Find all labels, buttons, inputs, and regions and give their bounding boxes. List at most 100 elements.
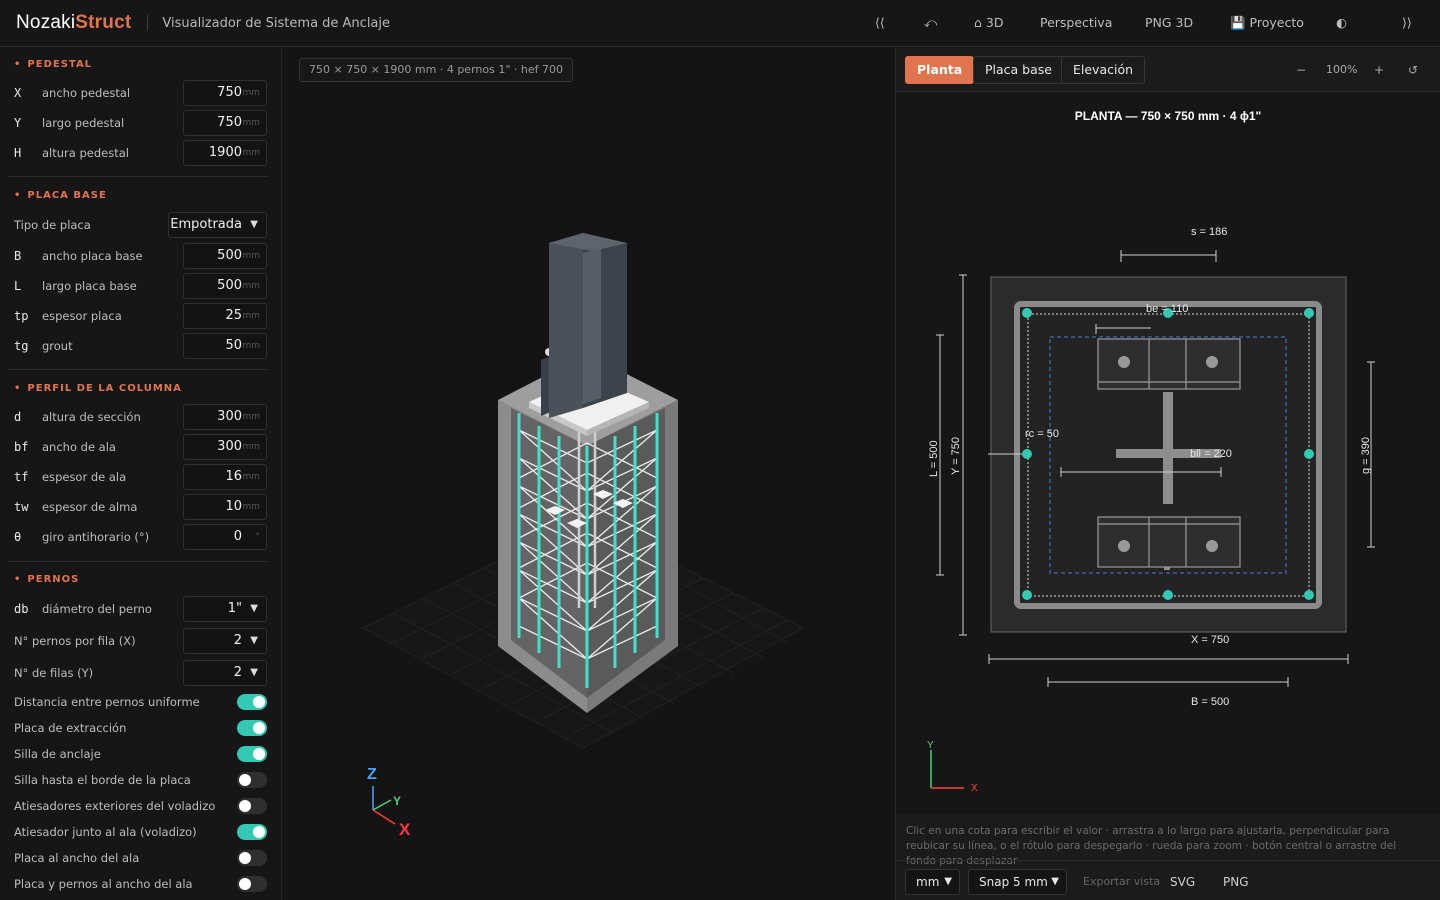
toggle-knob: [253, 722, 265, 734]
input-largo-placa[interactable]: 500 mm: [183, 273, 267, 299]
tab-planta[interactable]: Planta: [905, 56, 975, 84]
param-row-tg: tg grout 50 mm: [0, 331, 281, 361]
undo-icon[interactable]: ⤺: [924, 15, 937, 31]
param-label: N° de filas (Y): [14, 666, 94, 680]
param-label: espesor de alma: [42, 500, 138, 514]
drawing-title: PLANTA — 750 × 750 mm · 4 ϕ1": [1075, 109, 1261, 123]
toggle-switch[interactable]: [237, 876, 267, 892]
plan-axis: Y X: [927, 740, 978, 794]
perspective-button[interactable]: Perspectiva: [1040, 15, 1112, 30]
select-pernos-fila[interactable]: 2 ▼: [183, 628, 267, 654]
toggle-label: Atiesador junto al ala (voladizo): [14, 825, 197, 839]
axis-z-label: Z: [367, 766, 377, 783]
select-diametro-perno[interactable]: 1" ▼: [183, 596, 267, 622]
toggle-knob: [239, 774, 251, 786]
dim-g[interactable]: g = 390: [1360, 437, 1372, 474]
param-symbol: tp: [14, 309, 29, 323]
dim-y[interactable]: Y = 750: [950, 437, 962, 475]
param-label: giro antihorario (°): [42, 530, 150, 544]
toggle-label: Placa y pernos al ancho del ala: [14, 877, 193, 891]
steel-column: [541, 233, 627, 418]
dim-bll[interactable]: bll = 220: [1190, 448, 1232, 460]
param-label: ancho de ala: [42, 440, 116, 454]
input-espesor-placa[interactable]: 25 mm: [183, 303, 267, 329]
input-ancho-placa[interactable]: 500 mm: [183, 243, 267, 269]
select-filas[interactable]: 2 ▼: [183, 660, 267, 686]
zoom-out-button[interactable]: −: [1296, 63, 1306, 77]
zoom-in-button[interactable]: +: [1374, 63, 1384, 77]
toggle-switch[interactable]: [237, 694, 267, 710]
toggle-knob: [253, 696, 265, 708]
toggle-switch[interactable]: [237, 772, 267, 788]
param-symbol: db: [14, 602, 29, 616]
toggle-label: Silla de anclaje: [14, 747, 101, 761]
toggle-knob: [239, 878, 251, 890]
export-svg-button[interactable]: SVG: [1170, 875, 1195, 889]
chevron-down-icon: ▼: [250, 603, 258, 614]
input-giro[interactable]: 0 °: [183, 524, 267, 550]
param-label: ancho pedestal: [42, 86, 131, 100]
input-espesor-ala[interactable]: 16 mm: [183, 464, 267, 490]
select-tipo-placa[interactable]: Empotrada ▼: [168, 212, 267, 238]
toggle-switch[interactable]: [237, 824, 267, 840]
3d-viewport[interactable]: 750 × 750 × 1900 mm · 4 pernos 1" · hef …: [283, 48, 894, 900]
plan-axis-x-label: X: [971, 783, 978, 794]
toggle-label: Atiesadores exteriores del voladizo: [14, 799, 216, 813]
collapse-right-button[interactable]: ⟩⟩: [1402, 15, 1412, 30]
toggle-switch[interactable]: [237, 720, 267, 736]
input-ancho-pedestal[interactable]: 750 mm: [183, 80, 267, 106]
png-3d-button[interactable]: PNG 3D: [1145, 15, 1193, 30]
chevron-down-icon: ▼: [944, 876, 952, 887]
axis-gizmo: Z Y X: [367, 766, 411, 839]
chevron-down-icon: ▼: [250, 635, 258, 646]
dim-s[interactable]: s = 186: [1191, 226, 1227, 238]
view-3d-button[interactable]: ⌂ 3D: [974, 15, 1004, 30]
toggle-row: Placa y pernos al ancho del ala: [0, 869, 281, 899]
chevron-down-icon: ▼: [250, 667, 258, 678]
param-row-x: X ancho pedestal 750 mm: [0, 78, 281, 108]
3d-model-render[interactable]: Z Y X: [283, 48, 894, 900]
dim-x[interactable]: X = 750: [1191, 634, 1229, 646]
toggle-switch[interactable]: [237, 798, 267, 814]
reset-view-icon[interactable]: ↺: [1408, 63, 1418, 77]
toggle-knob: [239, 800, 251, 812]
dim-be[interactable]: be = 110: [1146, 303, 1188, 315]
select-units[interactable]: mm ▼: [905, 869, 960, 895]
plan-footer: mm ▼ Snap 5 mm ▼ Exportar vista SVG PNG: [896, 860, 1440, 900]
plan-drawing-area[interactable]: PLANTA — 750 × 750 mm · 4 ϕ1" s = 186 be…: [896, 92, 1440, 814]
app-subtitle: Visualizador de Sistema de Anclaje: [162, 15, 391, 31]
tab-placa-base[interactable]: Placa base: [973, 56, 1064, 84]
toggle-label: Placa de extracción: [14, 721, 127, 735]
input-ancho-ala[interactable]: 300 mm: [183, 434, 267, 460]
dim-b[interactable]: B = 500: [1191, 696, 1229, 708]
theme-toggle-icon[interactable]: ◐: [1336, 15, 1347, 30]
dim-l[interactable]: L = 500: [928, 440, 940, 477]
toggle-label: Placa al ancho del ala: [14, 851, 140, 865]
collapse-left-button[interactable]: ⟨⟨: [875, 15, 885, 30]
chevron-down-icon: ▼: [1051, 876, 1059, 887]
param-row-bf: bf ancho de ala 300 mm: [0, 432, 281, 462]
input-largo-pedestal[interactable]: 750 mm: [183, 110, 267, 136]
input-altura-pedestal[interactable]: 1900 mm: [183, 140, 267, 166]
toggle-switch[interactable]: [237, 850, 267, 866]
param-row-nx: N° pernos por fila (X) 2 ▼: [0, 626, 281, 656]
toggle-switch[interactable]: [237, 746, 267, 762]
param-label: grout: [42, 339, 73, 353]
axis-x-label: X: [399, 820, 411, 839]
project-button[interactable]: 💾 Proyecto: [1230, 15, 1304, 31]
input-altura-seccion[interactable]: 300 mm: [183, 404, 267, 430]
param-symbol: d: [14, 410, 22, 424]
toggle-knob: [253, 826, 265, 838]
tab-elevacion[interactable]: Elevación: [1061, 56, 1146, 84]
input-grout[interactable]: 50 mm: [183, 333, 267, 359]
input-espesor-alma[interactable]: 10 mm: [183, 494, 267, 520]
param-label: ancho placa base: [42, 249, 143, 263]
select-snap[interactable]: Snap 5 mm ▼: [968, 869, 1067, 895]
plan-drawing[interactable]: PLANTA — 750 × 750 mm · 4 ϕ1" s = 186 be…: [896, 92, 1440, 814]
export-png-button[interactable]: PNG: [1223, 875, 1249, 889]
param-label: espesor placa: [42, 309, 122, 323]
dim-rc[interactable]: rc = 50: [1025, 428, 1059, 440]
chevron-down-icon: ▼: [250, 219, 258, 230]
param-row-h: H altura pedestal 1900 mm: [0, 138, 281, 168]
param-row-tipo-placa: Tipo de placa Empotrada ▼: [0, 210, 281, 240]
